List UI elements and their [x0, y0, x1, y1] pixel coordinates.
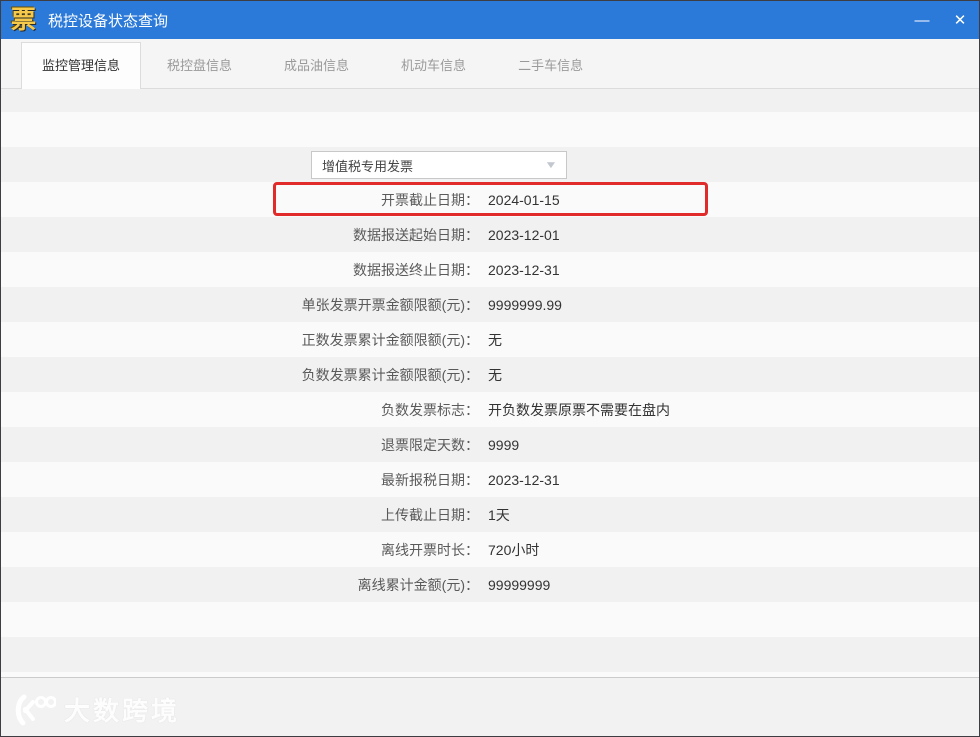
minimize-icon: —: [914, 11, 930, 29]
tab-tax-disk-info[interactable]: 税控盘信息: [141, 43, 258, 88]
field-value: 9999999.99: [488, 296, 562, 313]
invoice-type-selected-value: 增值税专用发票: [322, 158, 414, 174]
app-window: 票 税控设备状态查询 — ✕ 监控管理信息 税控盘信息 成品油信息 机动车信息 …: [0, 0, 980, 737]
field-label: 退票限定天数：: [381, 436, 479, 453]
stripe-filler: [1, 602, 979, 637]
tab-motor-vehicle-info[interactable]: 机动车信息: [375, 43, 492, 88]
tab-used-car-info[interactable]: 二手车信息: [492, 43, 609, 88]
app-icon: 票: [11, 5, 37, 34]
stripe-filler: [1, 89, 979, 112]
field-value: 9999: [488, 436, 520, 453]
field-row-latest-tax-filing-date: 最新报税日期： 2023-12-31: [1, 462, 979, 497]
field-label: 开票截止日期：: [381, 191, 479, 208]
field-value: 1天: [488, 506, 510, 523]
field-label: 上传截止日期：: [381, 506, 479, 523]
field-label: 负数发票标志：: [381, 401, 479, 418]
footer: 大数跨境: [1, 677, 979, 736]
field-value: 2024-01-15: [488, 191, 560, 208]
field-row-positive-total-limit: 正数发票累计金额限额(元)： 无: [1, 322, 979, 357]
field-label: 数据报送终止日期：: [353, 261, 479, 278]
field-label: 负数发票累计金额限额(元)：: [301, 366, 479, 383]
field-label: 离线开票时长：: [381, 541, 479, 558]
field-label: 数据报送起始日期：: [353, 226, 479, 243]
brand-logo-icon: [15, 694, 56, 725]
chevron-down-icon: ▼: [544, 159, 558, 171]
stripe-filler: [1, 112, 979, 147]
field-value: 99999999: [488, 576, 551, 593]
brand-watermark: 大数跨境: [14, 691, 180, 728]
field-value: 开负数发票原票不需要在盘内: [488, 401, 670, 418]
field-row-invoice-deadline: 开票截止日期： 2024-01-15: [1, 182, 979, 217]
invoice-type-select[interactable]: 增值税专用发票 ▼: [311, 151, 567, 179]
field-row-upload-deadline: 上传截止日期： 1天: [1, 497, 979, 532]
field-label: 正数发票累计金额限额(元)：: [301, 331, 479, 348]
minimize-button[interactable]: —: [903, 1, 941, 39]
close-icon: ✕: [953, 12, 967, 29]
field-label: 最新报税日期：: [381, 471, 479, 488]
field-row-offline-total-amount: 离线累计金额(元)： 99999999: [1, 567, 979, 602]
field-value: 2023-12-31: [488, 471, 560, 488]
field-value: 2023-12-31: [488, 261, 560, 278]
titlebar: 票 税控设备状态查询 — ✕: [1, 1, 979, 39]
field-label: 单张发票开票金额限额(元)：: [301, 296, 479, 313]
field-row-offline-invoicing-duration: 离线开票时长： 720小时: [1, 532, 979, 567]
field-value: 无: [488, 366, 502, 383]
field-value: 720小时: [488, 541, 540, 558]
window-title: 税控设备状态查询: [48, 12, 169, 30]
stripe-filler: [1, 637, 979, 672]
tab-refined-oil-info[interactable]: 成品油信息: [258, 43, 375, 88]
field-row-single-invoice-limit: 单张发票开票金额限额(元)： 9999999.99: [1, 287, 979, 322]
window-controls: — ✕: [903, 1, 979, 39]
field-row-report-end-date: 数据报送终止日期： 2023-12-31: [1, 252, 979, 287]
field-row-refund-limit-days: 退票限定天数： 9999: [1, 427, 979, 462]
field-row-negative-invoice-flag: 负数发票标志： 开负数发票原票不需要在盘内: [1, 392, 979, 427]
field-label: 离线累计金额(元)：: [357, 576, 479, 593]
tab-monitoring-info[interactable]: 监控管理信息: [21, 42, 142, 89]
invoice-type-row: 增值税专用发票 ▼: [1, 147, 979, 182]
brand-name: 大数跨境: [64, 696, 181, 726]
field-value: 2023-12-01: [488, 226, 560, 243]
tab-bar: 监控管理信息 税控盘信息 成品油信息 机动车信息 二手车信息: [1, 39, 979, 89]
field-value: 无: [488, 331, 502, 348]
field-row-report-start-date: 数据报送起始日期： 2023-12-01: [1, 217, 979, 252]
field-row-negative-total-limit: 负数发票累计金额限额(元)： 无: [1, 357, 979, 392]
close-button[interactable]: ✕: [941, 1, 979, 39]
